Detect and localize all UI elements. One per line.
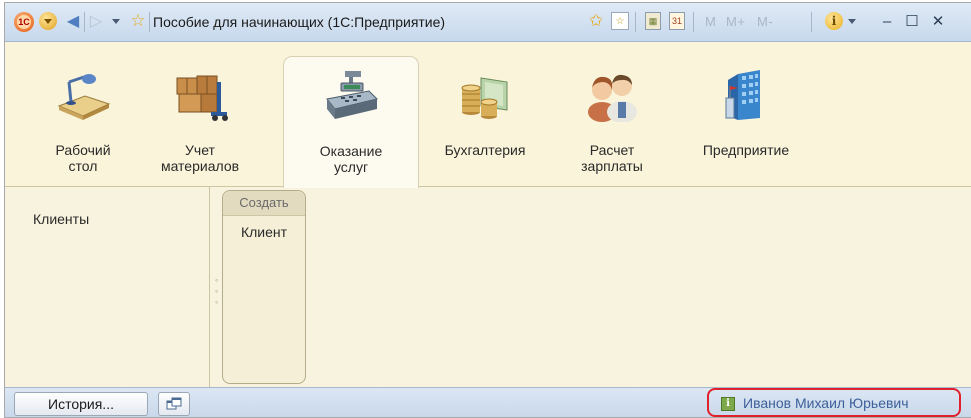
minimize-icon[interactable]: ‒ — [878, 13, 896, 30]
create-header: Создать — [223, 191, 305, 216]
memory-m-button[interactable]: M — [705, 14, 716, 29]
nav-item-clients[interactable]: Клиенты — [33, 211, 89, 227]
section-label: Бухгалтерия — [444, 142, 526, 158]
section-label: Учет материалов — [160, 142, 240, 174]
section-accounting[interactable]: Бухгалтерия — [430, 42, 540, 186]
chevron-down-icon — [112, 18, 120, 24]
info-glyph: i — [831, 14, 837, 28]
sections-panel: Рабочий стол Учет материалов Оказание ус… — [5, 42, 971, 188]
window-title: Пособие для начинающих (1С:Предприятие) — [153, 14, 446, 30]
section-label: Рабочий стол — [55, 142, 111, 174]
section-enterprise[interactable]: Предприятие — [691, 42, 801, 186]
boxes-cart-icon — [176, 75, 228, 121]
status-bar: История... i Иванов Михаил Юрьевич — [5, 387, 971, 417]
add-favorite-icon[interactable]: ✩ — [587, 11, 605, 30]
app-badge-text: 1С — [17, 15, 31, 29]
cash-register-icon — [326, 71, 378, 119]
info-dropdown-button[interactable] — [847, 12, 857, 30]
windows-icon — [166, 397, 182, 410]
section-label: Оказание услуг — [319, 143, 383, 175]
forward-arrow-icon[interactable]: ▷ — [88, 12, 104, 30]
windows-list-button[interactable] — [158, 392, 190, 416]
app-logo-button[interactable]: 1С — [14, 12, 34, 32]
back-arrow-icon[interactable]: ◀ — [65, 12, 81, 30]
desk-lamp-icon — [57, 74, 111, 120]
actions-panel: Создать Клиент — [222, 190, 306, 384]
history-button[interactable]: История... — [14, 392, 148, 416]
calendar-icon[interactable]: 31 — [669, 12, 685, 30]
office-building-icon — [725, 70, 760, 120]
toolbar-separator — [811, 12, 812, 32]
create-client-link[interactable]: Клиент — [223, 224, 305, 240]
section-services[interactable]: Оказание услуг — [283, 56, 419, 188]
section-label: Предприятие — [702, 142, 790, 158]
toolbar-separator — [635, 12, 636, 32]
navigation-dropdown-button[interactable] — [111, 12, 121, 30]
info-icon[interactable]: i — [825, 12, 843, 30]
section-desktop[interactable]: Рабочий стол — [33, 42, 133, 186]
chevron-down-icon — [848, 18, 856, 24]
chevron-down-icon — [44, 18, 52, 24]
title-bar: 1С ◀ ▷ ☆ Пособие для начинающих (1С:Пред… — [5, 3, 971, 42]
section-payroll[interactable]: Расчет зарплаты — [562, 42, 662, 186]
navigation-panel: Клиенты — [5, 187, 210, 387]
app-window: 1С ◀ ▷ ☆ Пособие для начинающих (1С:Пред… — [4, 2, 971, 418]
history-list-icon[interactable]: ☆ — [611, 12, 629, 30]
maximize-icon[interactable]: ☐ — [903, 13, 921, 30]
memory-minus-button[interactable]: M- — [757, 14, 773, 29]
favorites-star-icon[interactable]: ☆ — [129, 11, 147, 30]
people-icon — [588, 74, 637, 122]
main-menu-button[interactable] — [39, 12, 57, 30]
section-label: Расчет зарплаты — [581, 142, 643, 174]
toolbar-separator — [149, 12, 150, 32]
toolbar-separator — [84, 12, 85, 32]
current-user-indicator[interactable]: i Иванов Михаил Юрьевич — [707, 388, 961, 417]
close-icon[interactable]: ✕ — [929, 13, 947, 30]
memory-plus-button[interactable]: M+ — [726, 14, 745, 29]
toolbar-separator — [693, 12, 694, 32]
section-materials[interactable]: Учет материалов — [145, 42, 255, 186]
user-name: Иванов Михаил Юрьевич — [743, 395, 909, 411]
panel-resize-grip[interactable]: ◦ ◦ ◦ — [215, 275, 219, 308]
user-info-icon: i — [721, 397, 735, 411]
coins-banknotes-icon — [461, 77, 508, 119]
calculator-icon[interactable]: ▦ — [645, 12, 661, 30]
